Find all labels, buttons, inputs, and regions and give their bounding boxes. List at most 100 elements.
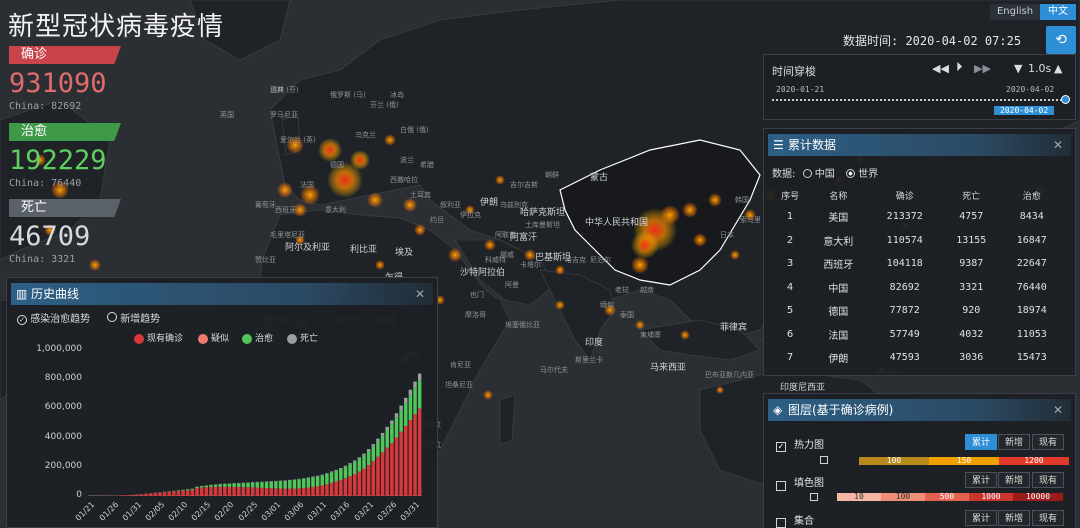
bar-deaths-03-19[interactable] — [357, 457, 362, 459]
bar-confirmed-03-26[interactable] — [390, 443, 394, 496]
bar-deaths-03-29[interactable] — [404, 397, 408, 403]
bar-deaths-03-09[interactable] — [311, 476, 315, 478]
bar-deaths-03-22[interactable] — [371, 444, 376, 447]
heatmap-checkbox[interactable]: ✓ — [776, 442, 786, 452]
bar-confirmed-03-04[interactable] — [288, 488, 292, 496]
bar-cured-03-23[interactable] — [376, 441, 380, 457]
bar-confirmed-03-10[interactable] — [315, 486, 320, 496]
cluster-new-button[interactable]: 新增 — [998, 510, 1030, 526]
bar-deaths-03-14[interactable] — [334, 469, 338, 471]
bar-confirmed-02-01[interactable] — [139, 494, 144, 496]
bar-cured-02-16[interactable] — [209, 485, 213, 487]
bar-deaths-03-16[interactable] — [343, 465, 348, 467]
fillmap-current-button[interactable]: 现有 — [1032, 472, 1064, 488]
bar-cured-02-21[interactable] — [232, 483, 236, 487]
bar-cured-03-14[interactable] — [334, 470, 338, 482]
legend-current-confirmed[interactable]: 现有确诊 — [134, 331, 183, 344]
bar-confirmed-02-27[interactable] — [260, 487, 264, 496]
bar-confirmed-02-09[interactable] — [176, 490, 181, 496]
bar-deaths-03-26[interactable] — [390, 420, 394, 425]
bar-confirmed-02-29[interactable] — [269, 488, 273, 496]
bar-confirmed-03-22[interactable] — [371, 460, 376, 496]
bar-confirmed-02-06[interactable] — [162, 492, 167, 496]
close-icon[interactable]: ✕ — [1053, 134, 1063, 156]
trend-toggle-new[interactable]: 新增趋势 — [107, 310, 160, 325]
bar-confirmed-02-22[interactable] — [237, 486, 241, 496]
table-row[interactable]: 7 伊朗 47593 3036 15473 — [772, 346, 1062, 370]
bar-cured-03-09[interactable] — [311, 477, 315, 487]
cluster-checkbox[interactable] — [776, 518, 786, 528]
bar-cured-02-17[interactable] — [213, 484, 218, 487]
heatmap-new-button[interactable]: 新增 — [998, 434, 1030, 450]
bar-cured-03-06[interactable] — [297, 479, 301, 489]
bar-confirmed-03-19[interactable] — [357, 471, 362, 496]
bar-confirmed-02-25[interactable] — [250, 487, 255, 496]
bar-confirmed-02-15[interactable] — [204, 487, 209, 496]
bar-confirmed-02-23[interactable] — [241, 487, 246, 496]
radio-world[interactable]: 世界 — [845, 169, 878, 180]
bar-confirmed-03-14[interactable] — [334, 481, 338, 496]
bar-cured-03-12[interactable] — [325, 473, 329, 485]
bar-cured-03-18[interactable] — [353, 461, 357, 475]
bar-deaths-03-07[interactable] — [301, 478, 306, 479]
bar-confirmed-03-23[interactable] — [376, 456, 380, 496]
bar-deaths-03-21[interactable] — [366, 449, 371, 452]
bar-confirmed-03-27[interactable] — [394, 437, 399, 496]
bar-confirmed-03-28[interactable] — [399, 431, 403, 496]
radio-china[interactable]: 中国 — [802, 169, 835, 180]
bar-cured-03-11[interactable] — [320, 475, 324, 486]
bar-confirmed-03-15[interactable] — [339, 479, 343, 496]
bar-cured-02-15[interactable] — [204, 485, 209, 488]
bar-cured-03-29[interactable] — [404, 402, 408, 426]
bar-cured-03-31[interactable] — [413, 387, 417, 415]
bar-cured-03-02[interactable] — [278, 481, 283, 489]
bar-confirmed-03-08[interactable] — [306, 487, 311, 496]
table-row[interactable]: 2 意大利 110574 13155 16847 — [772, 229, 1062, 253]
fillmap-new-button[interactable]: 新增 — [998, 472, 1030, 488]
bar-cured-03-20[interactable] — [362, 455, 366, 469]
bar-cured-03-13[interactable] — [329, 472, 334, 483]
bar-cured-03-15[interactable] — [339, 468, 343, 480]
bar-confirmed-02-07[interactable] — [167, 491, 171, 496]
bar-cured-02-14[interactable] — [199, 486, 204, 488]
bar-confirmed-03-06[interactable] — [297, 488, 301, 496]
bar-confirmed-03-05[interactable] — [292, 488, 297, 496]
bar-cured-02-27[interactable] — [260, 482, 264, 488]
bar-confirmed-02-08[interactable] — [172, 491, 176, 496]
cluster-cumulative-button[interactable]: 累计 — [965, 510, 997, 526]
bar-confirmed-02-21[interactable] — [232, 486, 236, 496]
bar-deaths-03-15[interactable] — [339, 468, 343, 469]
bar-confirmed-01-31[interactable] — [134, 494, 139, 496]
bar-confirmed-03-11[interactable] — [320, 485, 324, 496]
bar-confirmed-01-30[interactable] — [130, 494, 134, 496]
table-row[interactable]: 4 中国 82692 3321 76440 — [772, 276, 1062, 300]
bar-confirmed-02-28[interactable] — [264, 488, 269, 496]
bar-confirmed-03-13[interactable] — [329, 482, 334, 496]
table-row[interactable]: 6 法国 57749 4032 11053 — [772, 323, 1062, 347]
bar-cured-03-01[interactable] — [274, 481, 278, 489]
bar-cured-03-22[interactable] — [371, 446, 376, 461]
speed-up-button[interactable]: ▲ — [1054, 62, 1062, 75]
bar-deaths-03-11[interactable] — [320, 474, 324, 476]
bar-cured-03-10[interactable] — [315, 476, 320, 487]
cluster-current-button[interactable]: 现有 — [1032, 510, 1064, 526]
bar-deaths-03-28[interactable] — [399, 405, 403, 411]
bar-confirmed-02-26[interactable] — [255, 487, 260, 496]
speed-down-button[interactable]: ▼ — [1014, 62, 1022, 75]
bar-confirmed-03-31[interactable] — [413, 414, 417, 496]
bar-cured-02-20[interactable] — [227, 483, 232, 487]
bar-confirmed-02-03[interactable] — [148, 493, 153, 496]
bar-cured-03-26[interactable] — [390, 424, 394, 444]
bar-confirmed-03-21[interactable] — [366, 465, 371, 496]
heatmap-cumulative-button[interactable]: 累计 — [965, 434, 997, 450]
bar-confirmed-02-19[interactable] — [223, 486, 227, 496]
trend-toggle-infection[interactable]: ✓ 感染治愈趋势 — [17, 310, 90, 325]
bar-confirmed-03-20[interactable] — [362, 468, 366, 496]
fillmap-scale-toggle[interactable] — [810, 493, 818, 501]
bar-cured-02-23[interactable] — [241, 483, 246, 488]
bar-confirmed-03-25[interactable] — [385, 447, 389, 496]
lang-chinese-button[interactable]: 中文 — [1040, 4, 1076, 20]
bar-confirmed-02-02[interactable] — [144, 493, 148, 496]
close-icon[interactable]: ✕ — [415, 283, 425, 305]
bar-cured-03-05[interactable] — [292, 479, 297, 489]
